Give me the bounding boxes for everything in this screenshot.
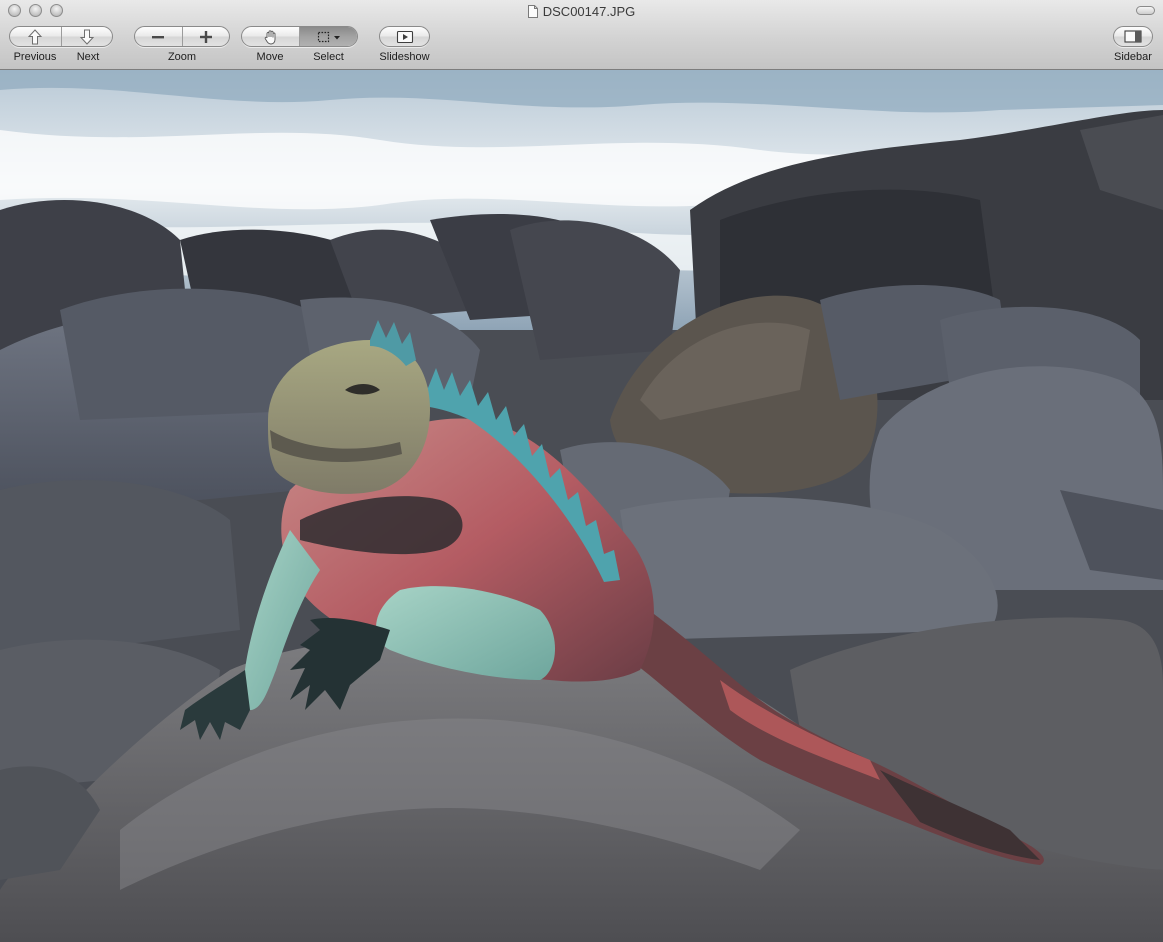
tool-mode-control xyxy=(241,26,358,47)
sidebar-control xyxy=(1113,26,1153,47)
select-label: Select xyxy=(313,51,344,63)
window-title: DSC00147.JPG xyxy=(0,3,1163,21)
photo xyxy=(0,70,1163,942)
play-slideshow-icon xyxy=(396,30,413,43)
zoom-out-button[interactable] xyxy=(135,27,183,46)
marquee-select-icon xyxy=(317,31,340,42)
previous-label: Previous xyxy=(13,51,57,63)
hand-icon xyxy=(264,29,275,44)
move-tool-button[interactable] xyxy=(242,27,300,46)
slideshow-button[interactable] xyxy=(380,27,429,46)
minus-icon xyxy=(152,35,165,38)
arrow-down-icon xyxy=(79,29,94,45)
toolbar-toggle-button[interactable] xyxy=(1136,6,1155,15)
zoom-control xyxy=(134,26,230,47)
sidebar-label: Sidebar xyxy=(1114,51,1152,63)
zoom-label: Zoom xyxy=(167,51,197,63)
move-label: Move xyxy=(256,51,284,63)
window-toolbar: DSC00147.JPG Previous Next Zoom Move Sel… xyxy=(0,0,1163,70)
select-tool-button[interactable] xyxy=(300,27,357,46)
slideshow-control xyxy=(379,26,430,47)
sidebar-button[interactable] xyxy=(1114,27,1152,46)
window-title-text: DSC00147.JPG xyxy=(542,4,636,19)
next-button[interactable] xyxy=(62,27,113,46)
navigation-control xyxy=(9,26,113,47)
image-viewer[interactable] xyxy=(0,70,1163,942)
next-label: Next xyxy=(76,51,100,63)
previous-button[interactable] xyxy=(10,27,62,46)
sidebar-icon xyxy=(1124,30,1142,43)
arrow-up-icon xyxy=(28,28,43,44)
zoom-in-button[interactable] xyxy=(183,27,230,46)
slideshow-label: Slideshow xyxy=(379,51,430,63)
document-icon xyxy=(527,5,538,18)
preview-window: DSC00147.JPG Previous Next Zoom Move Sel… xyxy=(0,0,1163,942)
plus-icon xyxy=(199,30,212,43)
